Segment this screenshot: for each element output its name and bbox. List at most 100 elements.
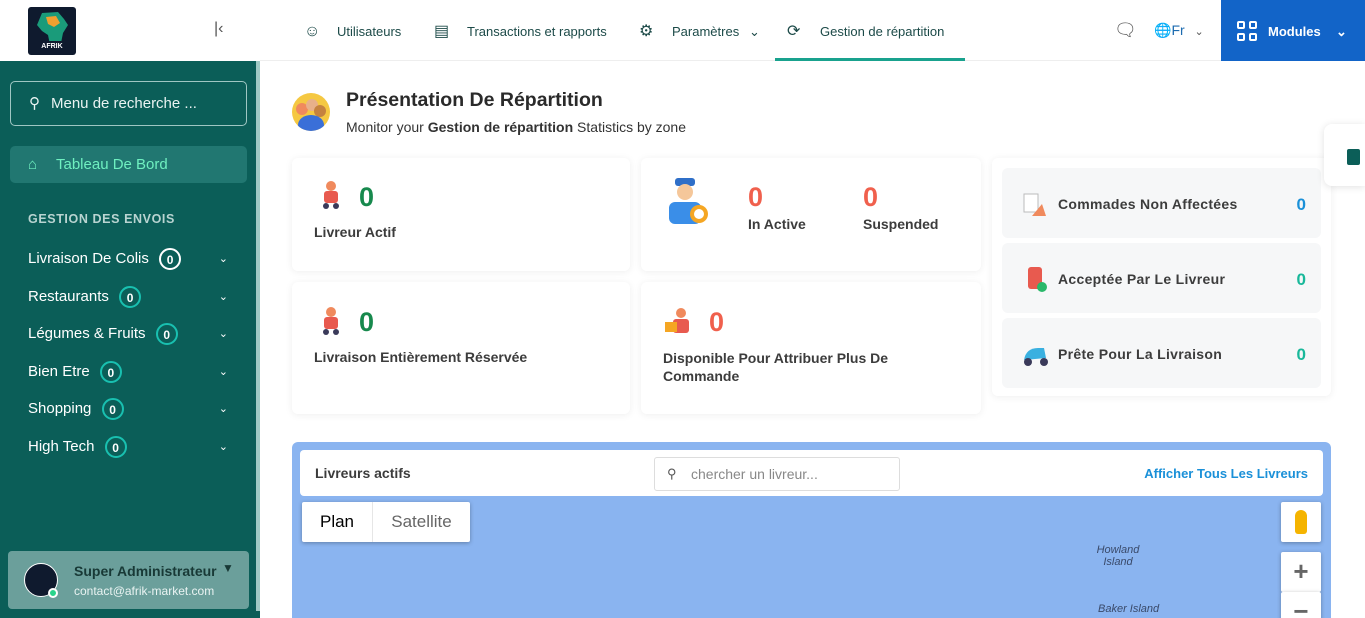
chevron-down-icon[interactable]: ⌄ bbox=[219, 434, 228, 460]
language-label: Fr bbox=[1171, 22, 1185, 38]
unassigned-order-icon bbox=[1023, 193, 1046, 216]
chevron-down-icon[interactable]: ⌄ bbox=[219, 246, 228, 272]
collapse-sidebar-icon[interactable]: |‹ bbox=[214, 20, 223, 38]
modules-button[interactable]: Modules ⌄ bbox=[1221, 0, 1365, 61]
suspended-label: Suspended bbox=[863, 216, 939, 232]
sidebar-search-input[interactable]: ⚲ Menu de recherche ... bbox=[10, 81, 247, 126]
sidebar-item-high-tech[interactable]: High Tech 0 ⌄ bbox=[28, 434, 228, 460]
livreur-actif-value: 0 bbox=[359, 182, 375, 212]
caret-down-icon[interactable]: ▼ bbox=[222, 561, 234, 575]
driver-search-input[interactable]: ⚲ chercher un livreur... bbox=[654, 457, 900, 491]
row-commandes-non-affectees[interactable]: Commades Non Affectées 0 bbox=[1002, 168, 1321, 238]
row-label: Commades Non Affectées bbox=[1058, 196, 1238, 212]
delivery-rider-icon bbox=[323, 181, 339, 209]
search-placeholder: chercher un livreur... bbox=[691, 466, 818, 482]
section-title: GESTION DES ENVOIS bbox=[28, 212, 175, 226]
row-value: 0 bbox=[1296, 270, 1306, 289]
globe-icon: 🌐 bbox=[1154, 22, 1172, 38]
grid-icon bbox=[1237, 21, 1257, 41]
sidebar-item-label: Shopping bbox=[28, 400, 92, 417]
user-profile[interactable]: Super Administrateur ▼ contact@afrik-mar… bbox=[8, 551, 249, 609]
tab-label: Gestion de répartition bbox=[820, 24, 945, 39]
count-badge: 0 bbox=[101, 398, 124, 421]
chevron-down-icon[interactable]: ⌄ bbox=[219, 284, 228, 310]
chevron-down-icon[interactable]: ⌄ bbox=[219, 321, 228, 347]
chevron-down-icon: ⌄ bbox=[749, 24, 760, 39]
row-value: 0 bbox=[1296, 345, 1306, 364]
map-type-satellite-button[interactable]: Satellite bbox=[372, 502, 470, 542]
count-badge: 0 bbox=[155, 323, 178, 346]
row-label: Prête Pour La Livraison bbox=[1058, 346, 1223, 362]
sidebar-item-restaurants[interactable]: Restaurants 0 ⌄ bbox=[28, 284, 228, 310]
tab-transactions[interactable]: ▤ Transactions et rapports bbox=[434, 0, 607, 61]
svg-text:AFRIK: AFRIK bbox=[41, 43, 62, 50]
sidebar-item-label: Légumes & Fruits bbox=[28, 325, 146, 342]
profile-name: Super Administrateur bbox=[74, 563, 217, 579]
courier-package-icon bbox=[665, 308, 689, 333]
sidebar-item-legumes-fruits[interactable]: Légumes & Fruits 0 ⌄ bbox=[28, 321, 228, 347]
page-title: Présentation De Répartition bbox=[346, 89, 603, 111]
sidebar-item-label: Livraison De Colis bbox=[28, 250, 149, 267]
row-acceptee-par-livreur[interactable]: Acceptée Par Le Livreur 0 bbox=[1002, 243, 1321, 313]
row-label: Acceptée Par Le Livreur bbox=[1058, 271, 1226, 287]
entierement-reservee-value: 0 bbox=[359, 307, 375, 337]
row-prete-pour-livraison[interactable]: Prête Pour La Livraison 0 bbox=[1002, 318, 1321, 388]
language-selector[interactable]: 🌐Fr ⌄ bbox=[1154, 22, 1204, 39]
street-view-pegman-icon[interactable] bbox=[1281, 502, 1321, 542]
chat-icon[interactable]: 🗨 bbox=[1114, 20, 1137, 41]
map-type-plan-button[interactable]: Plan bbox=[302, 502, 372, 542]
delivery-man-icon bbox=[669, 178, 708, 224]
show-all-drivers-link[interactable]: Afficher Tous Les Livreurs bbox=[1144, 466, 1308, 481]
sidebar-item-label: Restaurants bbox=[28, 288, 109, 305]
count-badge: 0 bbox=[159, 248, 182, 271]
map-label-howland-island: Howland Island bbox=[1096, 544, 1140, 568]
search-placeholder: Menu de recherche ... bbox=[51, 95, 197, 112]
dashboard-label: Tableau De Bord bbox=[56, 156, 168, 173]
team-icon bbox=[292, 93, 330, 131]
card-livreur-actif bbox=[292, 158, 630, 271]
sidebar-item-bien-etre[interactable]: Bien Etre 0 ⌄ bbox=[28, 359, 228, 385]
sidebar: AFRIK |‹ ⚲ Menu de recherche ... ⌂ Table… bbox=[0, 0, 260, 618]
card-entierement-reservee bbox=[292, 282, 630, 414]
in-active-value: 0 bbox=[748, 182, 764, 212]
side-drawer-tab[interactable] bbox=[1324, 124, 1365, 186]
sidebar-item-dashboard[interactable]: ⌂ Tableau De Bord bbox=[10, 146, 247, 183]
tab-label: Utilisateurs bbox=[337, 24, 402, 39]
logo-bar: AFRIK |‹ bbox=[0, 0, 260, 61]
map-container[interactable]: Livreurs actifs ⚲ chercher un livreur...… bbox=[292, 442, 1331, 618]
delivery-scooter-icon bbox=[1024, 348, 1048, 366]
map-title: Livreurs actifs bbox=[315, 465, 411, 481]
home-icon: ⌂ bbox=[28, 156, 38, 173]
suspended-value: 0 bbox=[863, 182, 879, 212]
livreur-actif-label: Livreur Actif bbox=[314, 224, 396, 240]
sidebar-item-livraison-colis[interactable]: Livraison De Colis 0 ⌄ bbox=[28, 246, 228, 272]
app-logo[interactable]: AFRIK bbox=[28, 7, 76, 55]
row-value: 0 bbox=[1296, 195, 1306, 214]
user-icon: ☺ bbox=[304, 23, 321, 40]
modules-label: Modules bbox=[1268, 24, 1321, 39]
zoom-in-button[interactable]: + bbox=[1281, 552, 1321, 592]
count-badge: 0 bbox=[104, 436, 127, 459]
count-badge: 0 bbox=[99, 361, 122, 384]
disponible-value: 0 bbox=[709, 307, 725, 337]
chevron-down-icon[interactable]: ⌄ bbox=[219, 359, 228, 385]
refresh-icon: ⟳ bbox=[787, 23, 801, 40]
accepted-phone-icon bbox=[1028, 267, 1047, 292]
page-subtitle: Monitor your Gestion de répartition Stat… bbox=[346, 119, 686, 135]
online-status-dot bbox=[48, 588, 58, 598]
tab-label: Paramètres bbox=[672, 24, 740, 39]
sidebar-item-label: High Tech bbox=[28, 438, 95, 455]
map-type-control: Plan Satellite bbox=[302, 502, 470, 542]
zoom-out-button[interactable]: − bbox=[1281, 592, 1321, 618]
tab-utilisateurs[interactable]: ☺ Utilisateurs bbox=[304, 0, 401, 61]
tab-gestion-repartition[interactable]: ⟳ Gestion de répartition bbox=[787, 0, 944, 61]
chevron-down-icon: ⌄ bbox=[1336, 24, 1347, 39]
sidebar-item-shopping[interactable]: Shopping 0 ⌄ bbox=[28, 396, 228, 422]
chevron-down-icon: ⌄ bbox=[1194, 26, 1204, 38]
in-active-label: In Active bbox=[748, 216, 806, 232]
tab-parametres[interactable]: ⚙ Paramètres ⌄ bbox=[639, 0, 764, 61]
sidebar-item-label: Bien Etre bbox=[28, 363, 90, 380]
map-label-baker-island: Baker Island bbox=[1098, 603, 1160, 615]
disponible-label: Disponible Pour Attribuer Plus De Comman… bbox=[663, 350, 889, 384]
chevron-down-icon[interactable]: ⌄ bbox=[219, 396, 228, 422]
